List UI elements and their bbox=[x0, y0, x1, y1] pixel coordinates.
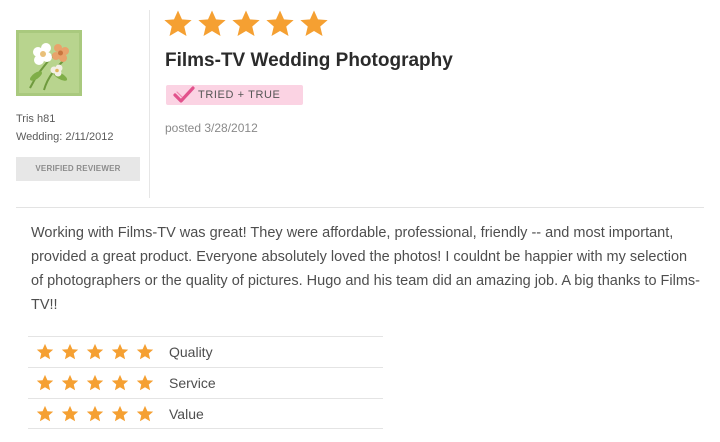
checkmark-icon bbox=[173, 86, 195, 103]
star-icon bbox=[61, 374, 79, 392]
horizontal-divider bbox=[16, 207, 704, 208]
posted-date: posted 3/28/2012 bbox=[165, 121, 258, 135]
rating-label-value: Value bbox=[169, 405, 204, 422]
star-icon bbox=[111, 343, 129, 361]
category-ratings: Quality Service Value bbox=[28, 336, 383, 429]
reviewer-info: Tris h81 Wedding: 2/11/2012 VERIFIED REV… bbox=[16, 30, 146, 181]
star-icon bbox=[111, 374, 129, 392]
star-icon bbox=[136, 374, 154, 392]
tried-and-true-badge: TRIED + TRUE bbox=[166, 85, 303, 105]
star-icon bbox=[197, 9, 227, 39]
badge-label: TRIED + TRUE bbox=[198, 89, 281, 101]
star-icon bbox=[86, 374, 104, 392]
star-icon bbox=[231, 9, 261, 39]
star-icon bbox=[36, 374, 54, 392]
vendor-title[interactable]: Films-TV Wedding Photography bbox=[165, 50, 453, 72]
star-icon bbox=[36, 343, 54, 361]
wedding-date: Wedding: 2/11/2012 bbox=[16, 131, 114, 143]
flower-bouquet-avatar-icon[interactable] bbox=[16, 30, 82, 96]
value-stars bbox=[36, 405, 154, 423]
star-icon bbox=[299, 9, 329, 39]
rating-label-quality: Quality bbox=[169, 344, 213, 360]
vertical-divider bbox=[149, 10, 150, 198]
rating-row-service: Service bbox=[28, 367, 383, 398]
overall-rating-stars bbox=[163, 9, 329, 39]
star-icon bbox=[86, 343, 104, 361]
star-icon bbox=[61, 405, 79, 423]
quality-stars bbox=[36, 343, 154, 361]
rating-row-value: Value bbox=[28, 398, 383, 429]
service-stars bbox=[36, 374, 154, 392]
verified-reviewer-badge: VERIFIED REVIEWER bbox=[16, 157, 140, 181]
star-icon bbox=[136, 343, 154, 361]
star-icon bbox=[61, 343, 79, 361]
star-icon bbox=[163, 9, 193, 39]
review-body: Working with Films-TV was great! They we… bbox=[31, 225, 700, 313]
reviewer-name[interactable]: Tris h81 bbox=[16, 112, 146, 126]
star-icon bbox=[86, 405, 104, 423]
star-icon bbox=[136, 405, 154, 423]
rating-label-service: Service bbox=[169, 375, 216, 391]
star-icon bbox=[36, 405, 54, 423]
star-icon bbox=[265, 9, 295, 39]
rating-row-quality: Quality bbox=[28, 336, 383, 367]
star-icon bbox=[111, 405, 129, 423]
